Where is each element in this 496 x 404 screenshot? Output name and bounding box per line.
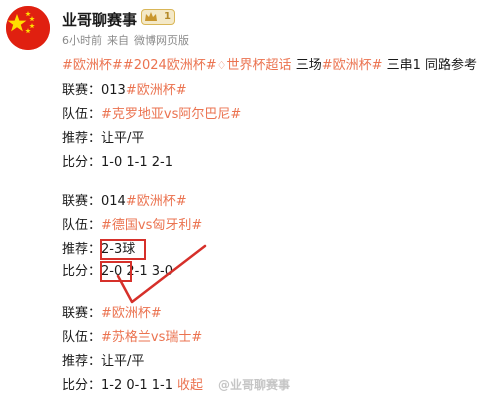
match2-league: 联赛：014#欧洲杯# — [62, 194, 187, 210]
match3-pick: 推荐：让平/平 — [62, 354, 144, 370]
match1-scores: 比分：1-0 1-1 2-1 — [62, 155, 173, 171]
hashtag-link[interactable]: #克罗地亚vs阿尔巴尼# — [101, 107, 241, 122]
league-code: 013 — [101, 83, 126, 98]
hashtag-link[interactable]: #欧洲杯# — [126, 83, 187, 98]
pick-value: 让平/平 — [101, 131, 145, 146]
hashtag-link[interactable]: #苏格兰vs瑞士# — [101, 330, 202, 345]
league-label: 联赛： — [62, 194, 102, 209]
score-label: 比分： — [62, 155, 102, 170]
team-label: 队伍： — [62, 218, 102, 233]
match1-league: 联赛：013#欧洲杯# — [62, 83, 187, 99]
score-label: 比分： — [62, 264, 102, 279]
score-label: 比分： — [62, 378, 102, 393]
team-label: 队伍： — [62, 330, 102, 345]
score-values: 1-2 0-1 1-1 — [101, 378, 173, 393]
match2-teams: 队伍：#德国vs匈牙利# — [62, 218, 202, 234]
hashtag-link[interactable]: #欧洲杯# — [126, 194, 187, 209]
post-meta: 6小时前 来自 微博网页版 — [62, 32, 194, 48]
source-prefix: 来自 — [107, 34, 129, 47]
supertopic-link[interactable]: 世界杯超话 — [227, 58, 292, 73]
hashtag-link[interactable]: #欧洲杯# — [322, 58, 383, 73]
vip-badge[interactable]: 1 — [141, 9, 175, 25]
collapse-link[interactable]: 收起 — [177, 378, 203, 393]
pick-label: 推荐： — [62, 131, 102, 146]
pick-label: 推荐： — [62, 242, 102, 257]
league-label: 联赛： — [62, 306, 102, 321]
hashtag-link[interactable]: #欧洲杯# — [101, 306, 162, 321]
source-link[interactable]: 微博网页版 — [134, 34, 189, 47]
post-time: 6小时前 — [62, 34, 102, 47]
hashtag-link[interactable]: #2024欧洲杯# — [123, 58, 217, 73]
china-flag-icon — [6, 6, 50, 50]
score-values: 1-0 1-1 2-1 — [101, 155, 173, 170]
match1-teams: 队伍：#克罗地亚vs阿尔巴尼# — [62, 107, 241, 123]
team-label: 队伍： — [62, 107, 102, 122]
header-text: 三串1 同路参考 — [382, 58, 478, 73]
match3-scores: 比分：1-2 0-1 1-1 收起 — [62, 378, 203, 394]
checkmark-icon — [116, 244, 207, 304]
supertopic-icon: ♢ — [216, 59, 227, 72]
hashtag-link[interactable]: #欧洲杯# — [62, 58, 123, 73]
match3-league: 联赛：#欧洲杯# — [62, 306, 162, 322]
watermark: @业哥聊赛事 — [218, 378, 291, 392]
pick-value: 让平/平 — [101, 354, 145, 369]
pick-label: 推荐： — [62, 354, 102, 369]
level-label: 1 — [164, 11, 171, 22]
avatar[interactable] — [6, 6, 50, 50]
hashtag-link[interactable]: #德国vs匈牙利# — [101, 218, 202, 233]
crown-icon — [145, 12, 157, 21]
post-header-line: #欧洲杯##2024欧洲杯#♢世界杯超话 三场#欧洲杯# 三串1 同路参考 — [62, 58, 477, 74]
username[interactable]: 业哥聊赛事 — [62, 9, 137, 30]
match1-pick: 推荐：让平/平 — [62, 131, 144, 147]
match3-teams: 队伍：#苏格兰vs瑞士# — [62, 330, 202, 346]
header-text: 三场 — [291, 58, 322, 73]
league-label: 联赛： — [62, 83, 102, 98]
league-code: 014 — [101, 194, 126, 209]
